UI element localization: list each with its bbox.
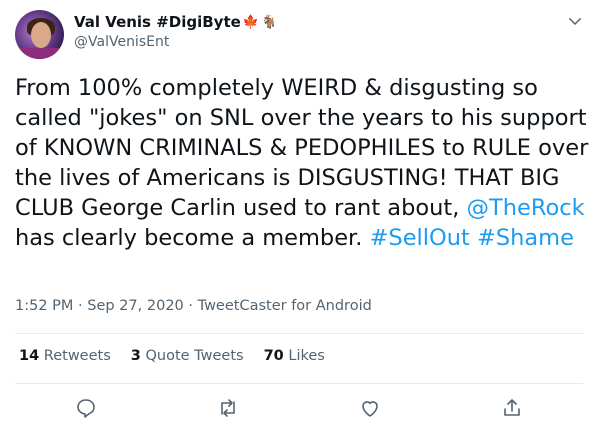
tweet-text: From 100% completely WEIRD & disgusting …	[15, 73, 590, 253]
divider	[15, 333, 583, 334]
tweet-meta: 1:52 PM · Sep 27, 2020 · TweetCaster for…	[15, 298, 372, 314]
avatar-band	[15, 48, 64, 59]
chevron-down-icon[interactable]	[566, 12, 584, 30]
tweet-time[interactable]: 1:52 PM	[15, 298, 73, 314]
retweets-label: Retweets	[43, 348, 111, 364]
tweet-text-part-2: has clearly become a member.	[15, 225, 370, 251]
author-display-name[interactable]: Val Venis #DigiByte	[74, 13, 241, 31]
heart-icon[interactable]	[358, 396, 382, 420]
quote-tweets-count: 3	[130, 348, 141, 364]
goat-emoji: 🐐	[261, 14, 278, 30]
likes-stat[interactable]: 70 Likes	[264, 348, 325, 364]
share-icon[interactable]	[500, 396, 524, 420]
maple-leaf-emoji: 🍁	[242, 14, 259, 30]
meta-separator: ·	[183, 298, 198, 314]
meta-separator: ·	[73, 298, 88, 314]
hashtag-sellout[interactable]: #SellOut	[370, 225, 470, 251]
retweets-count: 14	[19, 348, 40, 364]
quote-tweets-label: Quote Tweets	[145, 348, 244, 364]
retweets-stat[interactable]: 14 Retweets	[19, 348, 111, 364]
author-handle[interactable]: @ValVenisEnt	[74, 34, 169, 50]
quote-tweets-stat[interactable]: 3 Quote Tweets	[131, 348, 244, 364]
tweet-date[interactable]: Sep 27, 2020	[87, 298, 184, 314]
likes-label: Likes	[288, 348, 325, 364]
reply-icon[interactable]	[74, 396, 98, 420]
author-name-row[interactable]: Val Venis #DigiByte 🍁 🐐	[74, 13, 277, 31]
avatar-face	[31, 22, 51, 48]
author-avatar[interactable]	[15, 10, 64, 59]
hashtag-shame[interactable]: #Shame	[477, 225, 574, 251]
tweet-source[interactable]: TweetCaster for Android	[198, 298, 372, 314]
likes-count: 70	[263, 348, 284, 364]
divider	[15, 383, 583, 384]
engagement-stats: 14 Retweets 3 Quote Tweets 70 Likes	[19, 348, 345, 364]
mention-link[interactable]: @TheRock	[467, 195, 585, 221]
retweet-icon[interactable]	[216, 396, 240, 420]
